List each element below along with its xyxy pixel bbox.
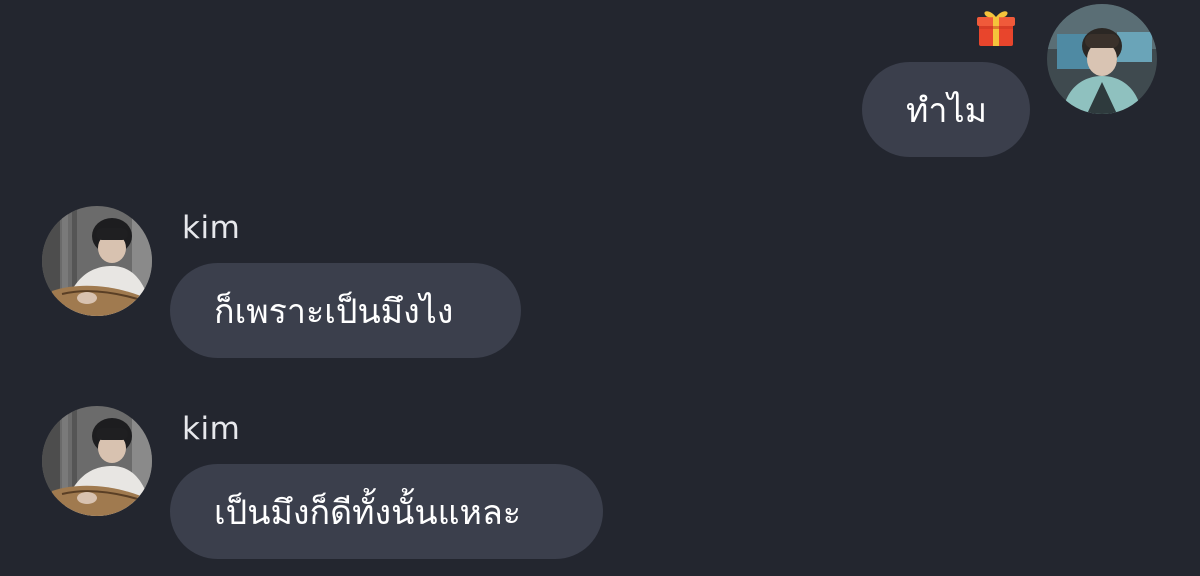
message-bubble-incoming[interactable]: เป็นมึงก็ดีทั้งนั้นแหละ	[170, 464, 603, 559]
message-bubble-incoming[interactable]: ก็เพราะเป็นมึงไง	[170, 263, 521, 358]
message-text: ก็เพราะเป็นมึงไง	[214, 291, 454, 332]
contact-avatar[interactable]	[42, 206, 152, 316]
sender-name: kim	[182, 210, 241, 246]
message-text: เป็นมึงก็ดีทั้งนั้นแหละ	[214, 492, 522, 533]
message-bubble-outgoing[interactable]: ทำไม	[862, 62, 1030, 157]
sender-name: kim	[182, 411, 241, 447]
user-avatar[interactable]	[1047, 4, 1157, 114]
message-text: ทำไม	[906, 90, 988, 131]
gift-icon[interactable]	[975, 6, 1017, 48]
contact-avatar[interactable]	[42, 406, 152, 516]
